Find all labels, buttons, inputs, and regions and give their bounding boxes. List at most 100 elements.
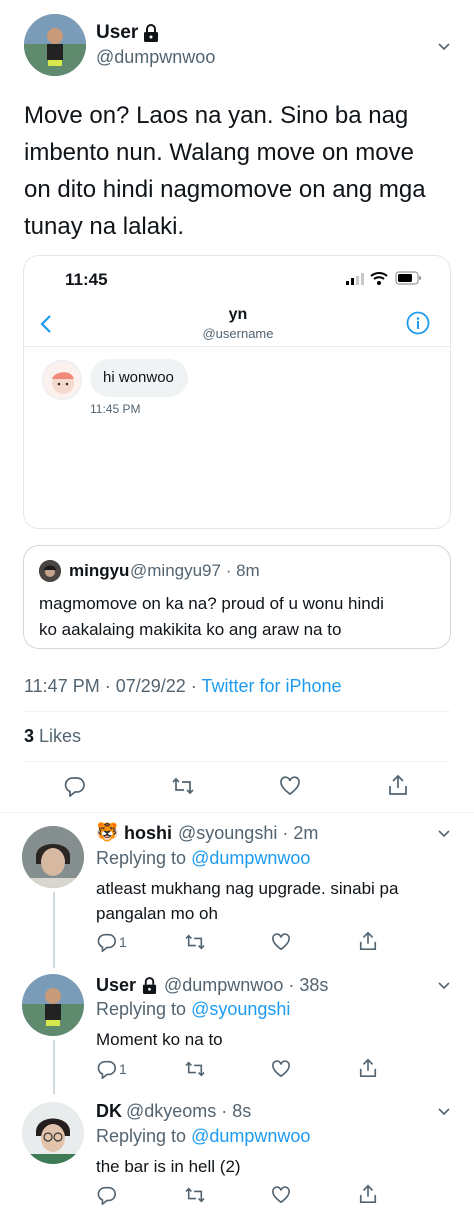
reply-button[interactable]: 1: [97, 1059, 127, 1079]
lock-icon: [142, 977, 157, 994]
retweet-button[interactable]: [184, 933, 206, 951]
reply-icon: [97, 1060, 116, 1079]
chevron-down-icon[interactable]: [437, 39, 451, 53]
tweet-meta: 11:47 PM · 07/29/22 · Twitter for iPhone: [24, 676, 342, 697]
share-button[interactable]: [387, 774, 409, 796]
dm-message-text: hi wonwoo: [103, 369, 174, 386]
replying-to-label: Replying to: [96, 999, 192, 1019]
like-button[interactable]: [271, 1186, 291, 1204]
reply-author-name[interactable]: hoshi: [124, 823, 172, 844]
share-button[interactable]: [358, 931, 378, 951]
replying-to: Replying to @dumpwnwoo: [96, 1126, 310, 1147]
author-handle[interactable]: @dumpwnwoo: [96, 47, 215, 68]
reply-handle-time[interactable]: @dkyeoms · 8s: [126, 1101, 251, 1122]
dm-avatar: [42, 360, 82, 400]
reply-text-line: the bar is in hell (2): [96, 1157, 241, 1176]
like-button[interactable]: [271, 933, 291, 951]
attached-image[interactable]: 11:45 yn @username hi wonwoo 11:45 PM: [23, 255, 451, 529]
author-avatar[interactable]: [24, 14, 86, 76]
quote-avatar: [39, 560, 61, 582]
tweet-timestamp[interactable]: 11:47 PM · 07/29/22 ·: [24, 676, 201, 696]
share-button[interactable]: [358, 1058, 378, 1078]
wifi-icon: [370, 271, 388, 285]
replying-to-label: Replying to: [96, 1126, 192, 1146]
dm-header-divider: [24, 346, 450, 347]
reply-handle-time[interactable]: @syoungshi · 2m: [178, 823, 318, 844]
reply-text: Moment ko na to: [96, 1027, 223, 1052]
reply-avatar[interactable]: [22, 1102, 84, 1164]
tweet-text-line: imbento nun. Walang move on move: [24, 139, 414, 166]
share-button[interactable]: [358, 1184, 378, 1204]
retweet-button[interactable]: [184, 1186, 206, 1204]
quote-text-line: magmomove on ka na? proud of u wonu hind…: [39, 594, 384, 613]
tweet-text-line: on dito hindi nagmomove on ang mga: [24, 176, 426, 203]
reply-count: 1: [119, 934, 127, 950]
reply-button[interactable]: [64, 775, 86, 797]
tiger-emoji: 🐯: [96, 822, 119, 842]
quote-handle-time: @mingyu97 · 8m: [130, 561, 260, 580]
heart-icon: [272, 1060, 290, 1078]
heart-icon: [272, 933, 290, 951]
reply-handle-time[interactable]: @dumpwnwoo · 38s: [164, 975, 328, 996]
reply-icon: [97, 933, 116, 952]
share-icon: [389, 774, 407, 795]
tweet-source[interactable]: Twitter for iPhone: [201, 676, 341, 696]
reply-button[interactable]: [97, 1185, 119, 1205]
lock-icon: [143, 24, 159, 42]
chevron-down-icon[interactable]: [437, 978, 451, 992]
thread-line: [53, 1040, 55, 1094]
quote-text: magmomove on ka na? proud of u wonu hind…: [39, 591, 384, 643]
reply-author-name[interactable]: DK: [96, 1101, 122, 1122]
replying-to-handle[interactable]: @dumpwnwoo: [191, 1126, 310, 1146]
dm-subtitle: @username: [202, 326, 274, 341]
reply-text-line: Moment ko na to: [96, 1030, 223, 1049]
battery-icon: [395, 271, 423, 285]
like-button[interactable]: [271, 1060, 291, 1078]
reply-avatar[interactable]: [22, 826, 84, 888]
share-icon: [359, 1058, 377, 1077]
dm-title: yn: [228, 306, 248, 323]
tweet-text-line: Move on? Laos na yan. Sino ba nag: [24, 102, 409, 129]
dm-message-time: 11:45 PM: [90, 402, 141, 416]
thread-line: [53, 892, 55, 968]
like-button[interactable]: [279, 776, 301, 796]
reply-author-name[interactable]: User: [96, 975, 136, 996]
reply-icon: [97, 1186, 116, 1205]
replying-to-handle[interactable]: @syoungshi: [191, 999, 290, 1019]
divider: [0, 812, 474, 813]
chevron-down-icon[interactable]: [437, 826, 451, 840]
retweet-icon: [185, 1187, 205, 1203]
share-icon: [359, 1184, 377, 1203]
reply-text-line: atleast mukhang nag upgrade. sinabi pa: [96, 879, 399, 898]
signal-icon: [346, 273, 366, 285]
tweet-text: Move on? Laos na yan. Sino ba nag imbent…: [24, 97, 464, 245]
likes-label: Likes: [34, 726, 82, 746]
info-icon[interactable]: [406, 311, 430, 335]
quote-author-name: mingyu: [69, 561, 130, 580]
chevron-down-icon[interactable]: [437, 1104, 451, 1118]
retweet-icon: [172, 777, 194, 795]
heart-icon: [280, 776, 300, 796]
quote-text-line: ko aakalaing makikita ko ang araw na to: [39, 620, 342, 639]
divider: [24, 761, 450, 762]
reply-avatar[interactable]: [22, 974, 84, 1036]
share-icon: [359, 931, 377, 950]
replying-to: Replying to @dumpwnwoo: [96, 848, 310, 869]
likes-stat[interactable]: 3 Likes: [24, 726, 81, 747]
reply-text: atleast mukhang nag upgrade. sinabi pa p…: [96, 876, 398, 926]
reply-text-line: pangalan mo oh: [96, 904, 218, 923]
tweet-text-line: tunay na lalaki.: [24, 213, 185, 240]
reply-icon: [64, 777, 85, 797]
reply-count: 1: [119, 1061, 127, 1077]
retweet-button[interactable]: [184, 1060, 206, 1078]
retweet-icon: [185, 1061, 205, 1077]
replying-to: Replying to @syoungshi: [96, 999, 290, 1020]
author-name[interactable]: User: [96, 22, 138, 44]
likes-count: 3: [24, 726, 35, 746]
replying-to-handle[interactable]: @dumpwnwoo: [191, 848, 310, 868]
reply-text: the bar is in hell (2): [96, 1154, 241, 1179]
status-bar-time: 11:45: [65, 270, 108, 289]
reply-button[interactable]: 1: [97, 932, 127, 952]
quoted-tweet[interactable]: mingyu @mingyu97 · 8m magmomove on ka na…: [23, 545, 451, 649]
retweet-button[interactable]: [171, 776, 195, 796]
